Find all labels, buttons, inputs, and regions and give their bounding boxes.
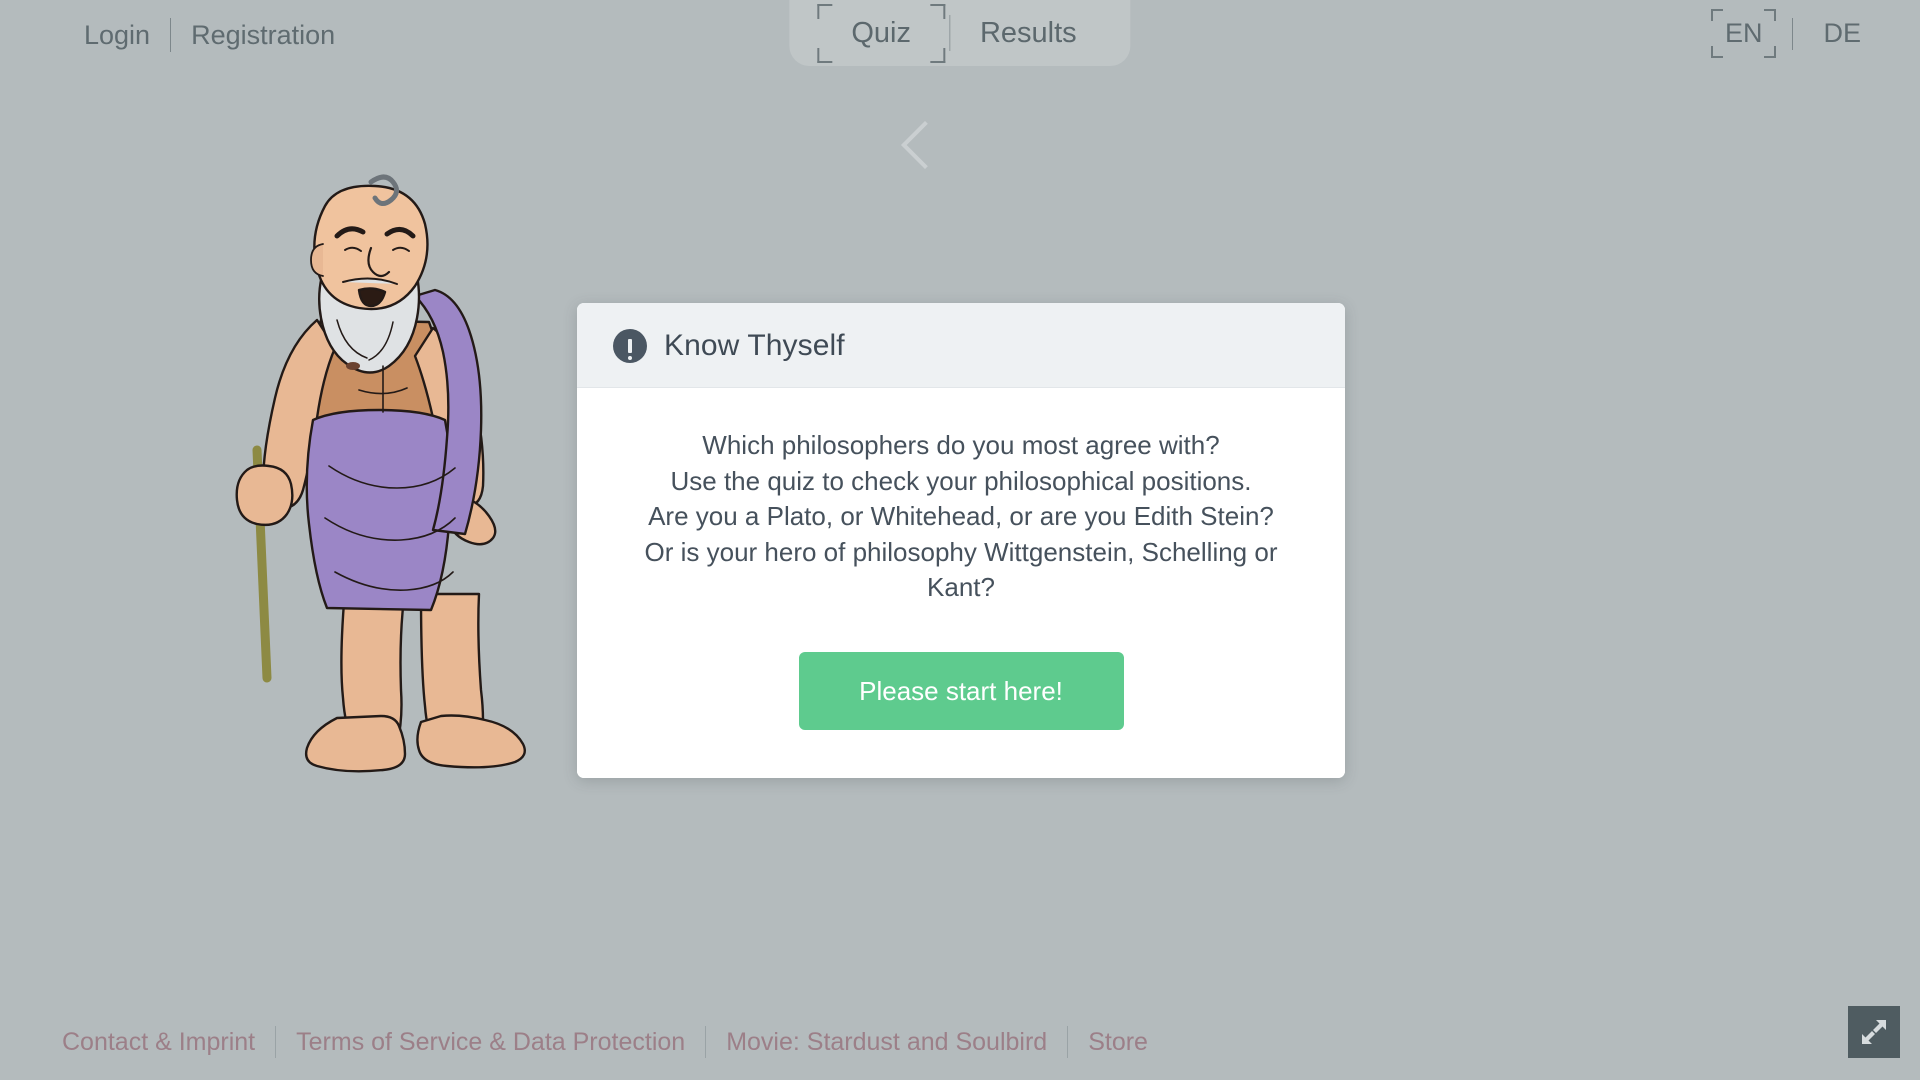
fullscreen-toggle-button[interactable]	[1848, 1006, 1900, 1058]
app-root: Login Registration Quiz Results EN DE Kn…	[0, 0, 1920, 1080]
language-option-en[interactable]: EN	[1710, 9, 1777, 58]
footer-divider	[705, 1026, 707, 1058]
focus-bracket-bottom-left-icon	[1710, 46, 1723, 58]
modal-line-2: Use the quiz to check your philosophical…	[670, 465, 1252, 496]
chevron-left-icon[interactable]	[900, 120, 950, 170]
tab-divider	[948, 15, 950, 51]
footer-divider	[275, 1026, 277, 1058]
focus-bracket-bottom-left-icon	[817, 47, 833, 63]
tab-results-label: Results	[979, 16, 1077, 49]
language-option-de-label: DE	[1823, 18, 1861, 48]
main-tab-bar: Quiz Results	[789, 0, 1131, 66]
language-divider	[1792, 17, 1794, 50]
tab-results[interactable]: Results	[954, 13, 1103, 54]
focus-bracket-top-right-icon	[929, 3, 945, 19]
registration-link[interactable]: Registration	[191, 20, 335, 51]
login-link[interactable]: Login	[84, 20, 150, 51]
footer-link-store[interactable]: Store	[1088, 1028, 1148, 1057]
footer-link-terms-data-protection[interactable]: Terms of Service & Data Protection	[296, 1028, 685, 1057]
auth-nav: Login Registration	[84, 18, 335, 52]
tab-quiz-label: Quiz	[851, 16, 911, 49]
focus-bracket-top-left-icon	[817, 3, 833, 19]
focus-bracket-bottom-right-icon	[929, 47, 945, 63]
footer-link-movie[interactable]: Movie: Stardust and Soulbird	[726, 1028, 1047, 1057]
focus-bracket-top-right-icon	[1764, 9, 1777, 21]
language-option-en-label: EN	[1724, 18, 1763, 48]
modal-line-4: Or is your hero of philosophy Wittgenste…	[644, 536, 1278, 603]
modal-title: Know Thyself	[664, 329, 845, 362]
modal-line-3: Are you a Plato, or Whitehead, or are yo…	[648, 501, 1274, 532]
modal-body: Which philosophers do you most agree wit…	[577, 388, 1345, 779]
modal-actions: Please start here!	[623, 652, 1299, 731]
start-quiz-button[interactable]: Please start here!	[798, 652, 1124, 731]
modal-description: Which philosophers do you most agree wit…	[623, 428, 1299, 606]
auth-divider	[170, 18, 172, 52]
modal-header: Know Thyself	[577, 303, 1345, 388]
tab-quiz[interactable]: Quiz	[817, 3, 945, 63]
footer-link-contact-imprint[interactable]: Contact & Imprint	[62, 1028, 255, 1057]
focus-bracket-top-left-icon	[1710, 9, 1723, 21]
language-switcher: EN DE	[1710, 9, 1875, 58]
modal-line-1: Which philosophers do you most agree wit…	[702, 430, 1220, 460]
language-option-de[interactable]: DE	[1809, 16, 1875, 51]
footer-nav: Contact & Imprint Terms of Service & Dat…	[62, 1026, 1148, 1058]
footer-divider	[1067, 1026, 1069, 1058]
alert-circle-icon	[613, 329, 647, 363]
socrates-illustration	[225, 170, 635, 810]
focus-bracket-bottom-right-icon	[1764, 46, 1777, 58]
top-bar: Login Registration Quiz Results EN DE	[0, 0, 1920, 78]
expand-arrows-icon	[1862, 1020, 1886, 1044]
info-modal: Know Thyself Which philosophers do you m…	[577, 303, 1345, 779]
